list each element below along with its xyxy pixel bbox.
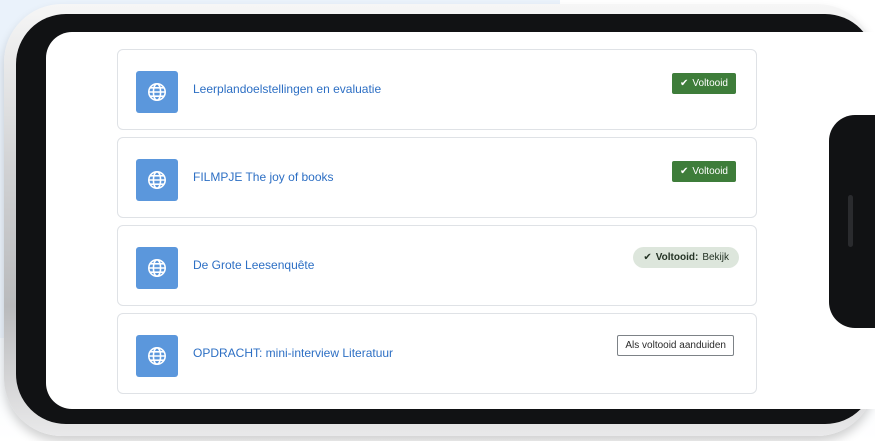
mark-as-done-button[interactable]: Als voltooid aanduiden xyxy=(617,335,734,356)
check-icon: ✔ xyxy=(680,77,689,89)
stage: Leerplandoelstellingen en evaluatie ✔ Vo… xyxy=(0,0,875,441)
check-icon: ✔ xyxy=(643,251,652,263)
completed-badge: ✔ Voltooid xyxy=(672,161,736,182)
completion-status-label: Voltooid: xyxy=(655,252,699,263)
globe-icon[interactable] xyxy=(136,335,178,377)
globe-icon[interactable] xyxy=(136,247,178,289)
completed-badge-label: Voltooid xyxy=(692,78,728,89)
activity-title-link[interactable]: FILMPJE The joy of books xyxy=(193,170,334,184)
completed-badge-label: Voltooid xyxy=(692,166,728,177)
completion-status-pill: ✔ Voltooid: Bekijk xyxy=(633,247,739,268)
activity-card-4: OPDRACHT: mini-interview Literatuur Als … xyxy=(117,313,757,394)
speaker-icon xyxy=(848,195,853,247)
completed-badge: ✔ Voltooid xyxy=(672,73,736,94)
check-icon: ✔ xyxy=(680,165,689,177)
completion-status-detail: Bekijk xyxy=(702,252,729,263)
activity-title-link[interactable]: De Grote Leesenquête xyxy=(193,258,314,272)
activity-card-2: FILMPJE The joy of books ✔ Voltooid xyxy=(117,137,757,218)
activity-title-link[interactable]: Leerplandoelstellingen en evaluatie xyxy=(193,82,381,96)
activity-card-1: Leerplandoelstellingen en evaluatie ✔ Vo… xyxy=(117,49,757,130)
activity-card-3: De Grote Leesenquête ✔ Voltooid: Bekijk xyxy=(117,225,757,306)
phone-screen: Leerplandoelstellingen en evaluatie ✔ Vo… xyxy=(46,32,875,409)
activity-title-link[interactable]: OPDRACHT: mini-interview Literatuur xyxy=(193,346,393,360)
globe-icon[interactable] xyxy=(136,71,178,113)
globe-icon[interactable] xyxy=(136,159,178,201)
